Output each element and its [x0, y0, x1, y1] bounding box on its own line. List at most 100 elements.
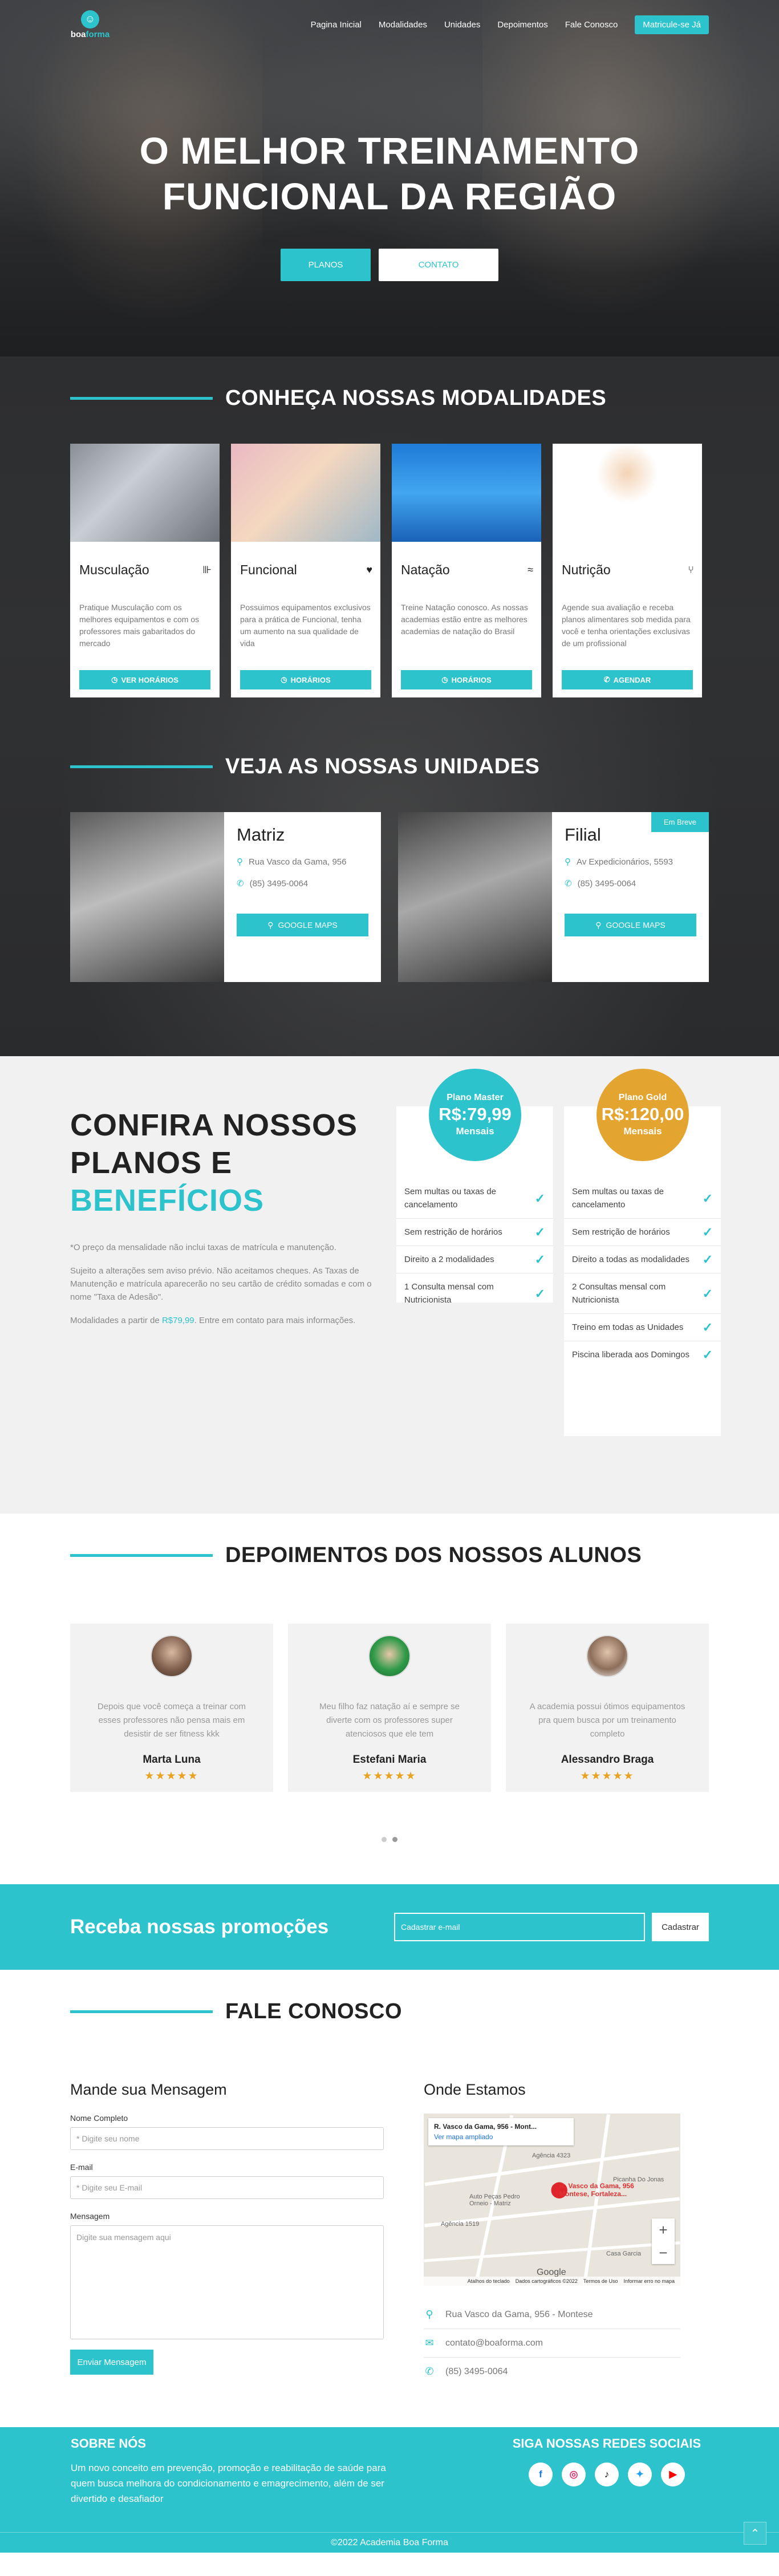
modality-card-nutricao: Nutrição ⑂ Agende sua avaliação e receba… [553, 444, 702, 697]
heartbeat-icon: ♥ [366, 564, 372, 575]
enroll-button[interactable]: Matricule-se Já [635, 15, 709, 34]
feature-text: Sem restrição de horários [404, 1227, 502, 1237]
map-label: Auto Peças Pedro Orneio - Matriz [469, 2193, 520, 2207]
card-text: Treine Natação conosco. As nossas academ… [401, 603, 528, 636]
swimmer-icon: ≈ [528, 564, 533, 575]
footer: SOBRE NÓS Um novo conceito em prevenção,… [0, 2427, 779, 2553]
feature-text: Treino em todas as Unidades [572, 1323, 684, 1332]
map-attrib-item[interactable]: Atalhos do teclado [468, 2278, 510, 2284]
modalities-section: CONHEÇA NOSSAS MODALIDADES Musculação ⊪ … [0, 356, 779, 1056]
carousel-dot-active[interactable] [392, 1837, 397, 1842]
send-message-button[interactable]: Enviar Mensagem [70, 2350, 153, 2375]
contact-button[interactable]: CONTATO [379, 249, 498, 281]
testimonials-heading: DEPOIMENTOS DOS NOSSOS ALUNOS [70, 1543, 709, 1568]
nav-link-home[interactable]: Pagina Inicial [311, 20, 362, 30]
nav-link-testimonials[interactable]: Depoimentos [497, 20, 547, 30]
facebook-icon[interactable]: f [529, 2463, 553, 2486]
testimonial-text: Meu filho faz natação aí e sempre se div… [319, 1702, 460, 1739]
footer-about-title: SOBRE NÓS [71, 2436, 147, 2451]
contact-columns: Mande sua Mensagem Nome Completo * Digit… [70, 2081, 709, 2386]
map-attrib-item[interactable]: Informar erro no mapa [623, 2278, 675, 2284]
rating-stars-icon: ★★★★★ [580, 1770, 635, 1782]
google-maps-button[interactable]: ⚲ GOOGLE MAPS [565, 914, 696, 936]
name-input[interactable]: * Digite seu nome [70, 2127, 384, 2150]
zoom-in-button[interactable]: + [659, 2221, 667, 2239]
google-map[interactable]: Agência 4323 Picanha Do Jonas Auto Peças… [424, 2113, 680, 2286]
feature-text: Direito a todas as modalidades [572, 1255, 689, 1264]
unit-title: Matriz [237, 825, 285, 845]
contact-info: ⚲ Rua Vasco da Gama, 956 - Montese ✉ conta… [424, 2301, 680, 2386]
heading-accent-line [70, 2010, 213, 2013]
plan-master-badge[interactable]: Plano Master R$:79,99 Mensais [429, 1069, 521, 1161]
hero-title: O MELHOR TREINAMENTO FUNCIONAL DA REGIÃO [0, 128, 779, 219]
rating-stars-icon: ★★★★★ [144, 1770, 199, 1782]
schedule-button[interactable]: ◷ HORÁRIOS [401, 670, 532, 689]
card-title: Funcional [240, 562, 297, 577]
plan-feature: Sem restrição de horários ✓ [564, 1219, 721, 1246]
check-icon: ✓ [702, 1191, 713, 1206]
avatar [151, 1635, 193, 1677]
map-enlarge-link[interactable]: Ver mapa ampliado [434, 2133, 568, 2141]
schedule-appointment-button[interactable]: ✆ AGENDAR [562, 670, 693, 689]
youtube-icon[interactable]: ▶ [661, 2463, 685, 2486]
unit-phone: ✆ (85) 3495-0064 [237, 878, 368, 889]
newsletter-email-input[interactable]: Cadastrar e-mail [394, 1913, 645, 1941]
hero-buttons: PLANOS CONTATO [0, 249, 779, 281]
hero-title-line1: O MELHOR TREINAMENTO [139, 129, 640, 172]
envelope-icon: ✉ [425, 2337, 434, 2348]
newsletter-submit-button[interactable]: Cadastrar [652, 1913, 709, 1941]
feature-text: Sem restrição de horários [572, 1227, 670, 1237]
email-label: E-mail [70, 2163, 93, 2172]
map-title: Onde Estamos [424, 2081, 526, 2098]
nav-link-modalities[interactable]: Modalidades [379, 20, 427, 30]
nav-link-units[interactable]: Unidades [444, 20, 480, 30]
hero-section: ☺ boaforma Pagina Inicial Modalidades Un… [0, 0, 779, 356]
plans-intro: CONFIRA NOSSOS PLANOS E BENEFÍCIOS *O pr… [70, 1106, 384, 1327]
schedule-button[interactable]: ◷ HORÁRIOS [240, 670, 371, 689]
plans-note: Sujeito a alterações sem aviso prévio. N… [70, 1266, 372, 1302]
check-icon: ✓ [534, 1225, 545, 1239]
nav-links: Pagina Inicial Modalidades Unidades Depo… [311, 15, 709, 34]
plan-gold-badge[interactable]: Plano Gold R$:120,00 Mensais [597, 1069, 689, 1161]
address-text: Rua Vasco da Gama, 956 - Montese [445, 2309, 593, 2319]
button-label: HORÁRIOS [290, 675, 331, 684]
map-pin-icon: ⚲ [267, 920, 274, 930]
unit-photo [70, 812, 224, 982]
testimonial-text: Depois que você começa a treinar com ess… [97, 1702, 246, 1739]
rating-stars-icon: ★★★★★ [362, 1770, 417, 1782]
newsletter-title: Receba nossas promoções [70, 1916, 329, 1938]
plan-feature: Treino em todas as Unidades ✓ [564, 1314, 721, 1341]
logo[interactable]: ☺ boaforma [70, 10, 110, 39]
form-title: Mande sua Mensagem [70, 2081, 227, 2098]
tiktok-icon[interactable]: ♪ [595, 2463, 619, 2486]
footer-social-title: SIGA NOSSAS REDES SOCIAIS [512, 2436, 701, 2451]
heading-line: CONFIRA NOSSOS [70, 1108, 358, 1142]
email-input[interactable]: * Digite seu E-mail [70, 2176, 384, 2199]
instagram-icon[interactable]: ◎ [562, 2463, 586, 2486]
twitter-icon[interactable]: ✦ [628, 2463, 652, 2486]
plan-name: Plano Master [447, 1093, 504, 1102]
schedule-button[interactable]: ◷ VER HORÁRIOS [79, 670, 210, 689]
plans-button[interactable]: PLANOS [281, 249, 371, 281]
card-title: Natação [401, 562, 450, 577]
email-text[interactable]: contato@boaforma.com [445, 2338, 543, 2348]
message-textarea[interactable]: Digite sua mensagem aqui [70, 2225, 384, 2339]
plan-feature: Direito a todas as modalidades ✓ [564, 1246, 721, 1273]
check-icon: ✓ [702, 1348, 713, 1362]
logo-mark-icon: ☺ [81, 10, 99, 29]
contact-form: Mande sua Mensagem Nome Completo * Digit… [70, 2081, 384, 2386]
nav-link-contact[interactable]: Fale Conosco [565, 20, 618, 30]
back-to-top-button[interactable]: ⌃ [744, 2522, 766, 2545]
zoom-out-button[interactable]: − [659, 2244, 667, 2262]
map-attrib-item[interactable]: Termos de Uso [583, 2278, 618, 2284]
message-label: Mensagem [70, 2212, 110, 2221]
feature-text: Piscina liberada aos Domingos [572, 1350, 689, 1360]
card-text: Possuimos equipamentos exclusivos para a… [240, 603, 371, 648]
contact-heading: FALE CONOSCO [70, 1999, 709, 2024]
google-maps-button[interactable]: ⚲ GOOGLE MAPS [237, 914, 368, 936]
carousel-dot[interactable] [382, 1837, 387, 1842]
testimonial-author: Estefani Maria [352, 1754, 427, 1766]
plan-period: Mensais [456, 1126, 494, 1137]
section-title: DEPOIMENTOS DOS NOSSOS ALUNOS [225, 1543, 642, 1567]
check-icon: ✓ [702, 1225, 713, 1239]
